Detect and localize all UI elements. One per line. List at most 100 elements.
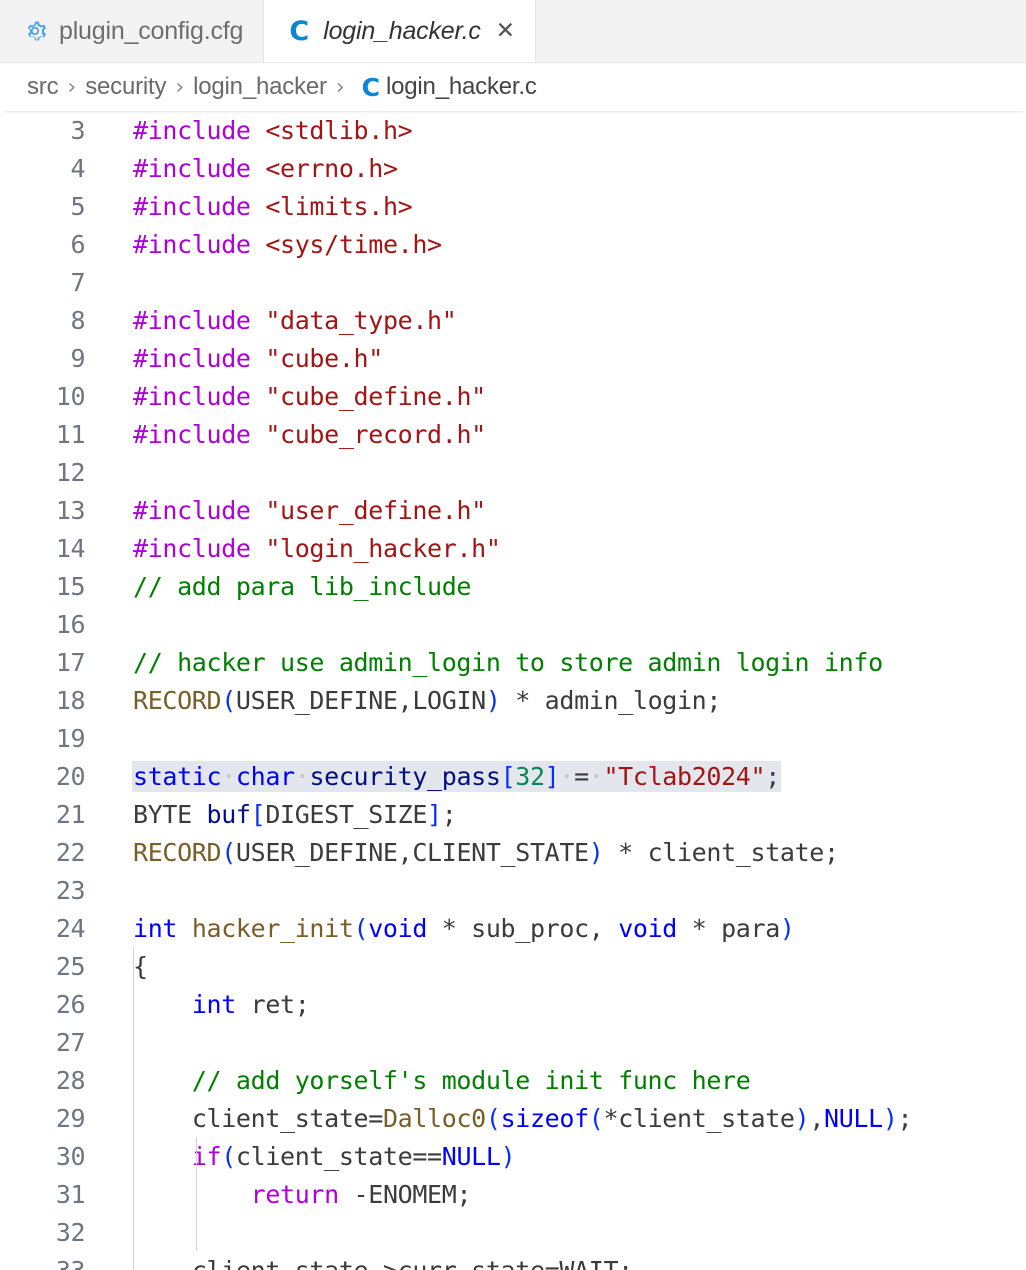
line-content[interactable]: {: [85, 952, 1026, 981]
breadcrumb-item-src[interactable]: src: [27, 73, 59, 101]
line-content[interactable]: int ret;: [85, 990, 1026, 1019]
line-number: 15: [55, 571, 86, 601]
breadcrumb: src › security › login_hacker › C login_…: [0, 63, 1026, 111]
line-number: 12: [55, 457, 86, 487]
code-line[interactable]: 8 #include "data_type.h": [0, 301, 1026, 339]
chevron-right-icon: ›: [335, 74, 345, 100]
code-line[interactable]: 6 #include <sys/time.h>: [0, 225, 1026, 263]
breadcrumb-item-file[interactable]: login_hacker.c: [386, 73, 537, 101]
line-content[interactable]: int hacker_init(void * sub_proc, void * …: [85, 914, 1026, 943]
code-line[interactable]: 32: [0, 1213, 1026, 1251]
line-number: 29: [55, 1103, 86, 1133]
breadcrumb-item-login-hacker[interactable]: login_hacker: [193, 73, 327, 101]
line-number: 22: [55, 837, 86, 867]
line-number: 26: [55, 989, 86, 1019]
c-file-icon-glyph: C: [361, 72, 380, 102]
code-line[interactable]: 13 #include "user_define.h": [0, 491, 1026, 529]
code-line[interactable]: 9 #include "cube.h": [0, 339, 1026, 377]
code-line[interactable]: 5 #include <limits.h>: [0, 187, 1026, 225]
line-content[interactable]: #include "user_define.h": [85, 496, 1026, 525]
tab-plugin-config-cfg[interactable]: plugin_config.cfg: [0, 0, 265, 62]
code-line[interactable]: 14 #include "login_hacker.h": [0, 529, 1026, 567]
code-line[interactable]: 30 if(client_state==NULL): [0, 1137, 1026, 1175]
line-content[interactable]: #include "cube_record.h": [85, 420, 1026, 449]
code-lines-container: 3 #include <stdlib.h> 4 #include <errno.h> 5…: [0, 111, 1026, 1270]
code-line[interactable]: 25{: [0, 947, 1026, 985]
indent-guide-level-2: [196, 1137, 197, 1251]
code-line[interactable]: 4 #include <errno.h>: [0, 149, 1026, 187]
code-line[interactable]: 18 RECORD(USER_DEFINE,LOGIN) * admin_logi…: [0, 681, 1026, 719]
line-number: 24: [55, 913, 86, 943]
line-content[interactable]: #include "cube.h": [85, 344, 1026, 373]
line-number: 7: [70, 267, 85, 297]
line-number: 10: [55, 381, 86, 411]
code-line[interactable]: 33 client_state->curr_state=WAIT;: [0, 1251, 1026, 1270]
line-number: 20: [55, 761, 86, 791]
line-content[interactable]: static·char·security_pass[32]·=·"Tclab20…: [85, 761, 1026, 791]
line-number: 3: [70, 115, 85, 145]
code-editor[interactable]: 3 #include <stdlib.h> 4 #include <errno.h> 5…: [0, 111, 1026, 1270]
line-content[interactable]: #include <errno.h>: [85, 154, 1026, 183]
tab-bar-empty-area: [536, 0, 1026, 62]
line-content[interactable]: return -ENOMEM;: [85, 1180, 1026, 1209]
line-content[interactable]: #include <stdlib.h>: [85, 116, 1026, 145]
code-line[interactable]: 19: [0, 719, 1026, 757]
line-number: 14: [55, 533, 86, 563]
code-line[interactable]: 20 static·char·security_pass[32]·=·"Tclab…: [0, 757, 1026, 795]
indent-guide-level-1: [133, 947, 134, 1270]
line-number: 13: [55, 495, 86, 525]
line-content[interactable]: // add para lib_include: [85, 572, 1026, 601]
code-line[interactable]: 7: [0, 263, 1026, 301]
code-line[interactable]: 28 // add yorself's module init func her…: [0, 1061, 1026, 1099]
code-line[interactable]: 27: [0, 1023, 1026, 1061]
line-number: 33: [55, 1255, 86, 1270]
breadcrumb-item-security[interactable]: security: [85, 73, 166, 101]
vscode-window: plugin_config.cfg C login_hacker.c ✕ src…: [0, 0, 1026, 1270]
code-line[interactable]: 29 client_state=Dalloc0(sizeof(*client_s…: [0, 1099, 1026, 1137]
code-line[interactable]: 17// hacker use admin_login to store adm…: [0, 643, 1026, 681]
line-content[interactable]: client_state=Dalloc0(sizeof(*client_stat…: [85, 1104, 1026, 1133]
code-line[interactable]: 22 RECORD(USER_DEFINE,CLIENT_STATE) * cli…: [0, 833, 1026, 871]
line-content[interactable]: #include <limits.h>: [85, 192, 1026, 221]
code-line[interactable]: 31 return -ENOMEM;: [0, 1175, 1026, 1213]
code-line[interactable]: 10 #include "cube_define.h": [0, 377, 1026, 415]
line-content[interactable]: // add yorself's module init func here: [85, 1066, 1026, 1095]
code-line[interactable]: 15// add para lib_include: [0, 567, 1026, 605]
line-number: 18: [55, 685, 86, 715]
line-number: 23: [55, 875, 86, 905]
line-number: 8: [70, 305, 85, 335]
line-content[interactable]: // hacker use admin_login to store admin…: [85, 648, 1026, 677]
code-line[interactable]: 3 #include <stdlib.h>: [0, 111, 1026, 149]
line-number: 9: [70, 343, 85, 373]
line-number: 21: [55, 799, 86, 829]
line-content[interactable]: #include <sys/time.h>: [85, 230, 1026, 259]
line-number: 4: [70, 153, 85, 183]
c-file-icon-glyph: C: [289, 15, 310, 47]
line-number: 16: [55, 609, 86, 639]
line-number: 5: [70, 191, 85, 221]
line-content[interactable]: #include "cube_define.h": [85, 382, 1026, 411]
line-content[interactable]: client_state->curr_state=WAIT;: [85, 1256, 1026, 1270]
line-content[interactable]: BYTE buf[DIGEST_SIZE];: [85, 800, 1026, 829]
code-line[interactable]: 16: [0, 605, 1026, 643]
line-content[interactable]: if(client_state==NULL): [85, 1142, 1026, 1171]
line-content[interactable]: RECORD(USER_DEFINE,LOGIN) * admin_login;: [85, 686, 1026, 715]
c-file-icon: C: [362, 75, 380, 100]
line-number: 28: [55, 1065, 86, 1095]
code-line[interactable]: 24 int hacker_init(void * sub_proc, void …: [0, 909, 1026, 947]
line-number: 32: [55, 1217, 86, 1247]
code-line[interactable]: 11 #include "cube_record.h": [0, 415, 1026, 453]
code-line[interactable]: 23: [0, 871, 1026, 909]
tab-login-hacker-c[interactable]: C login_hacker.c ✕: [264, 0, 536, 62]
code-line[interactable]: 12: [0, 453, 1026, 491]
code-line[interactable]: 26 int ret;: [0, 985, 1026, 1023]
code-line[interactable]: 21 BYTE buf[DIGEST_SIZE];: [0, 795, 1026, 833]
close-icon[interactable]: ✕: [496, 19, 515, 43]
line-content[interactable]: #include "login_hacker.h": [85, 534, 1026, 563]
line-number: 27: [55, 1027, 86, 1057]
line-content[interactable]: RECORD(USER_DEFINE,CLIENT_STATE) * clien…: [85, 838, 1026, 867]
line-number: 11: [55, 419, 86, 449]
line-number: 25: [55, 951, 86, 981]
tab-label: login_hacker.c: [323, 16, 481, 45]
line-content[interactable]: #include "data_type.h": [85, 306, 1026, 335]
